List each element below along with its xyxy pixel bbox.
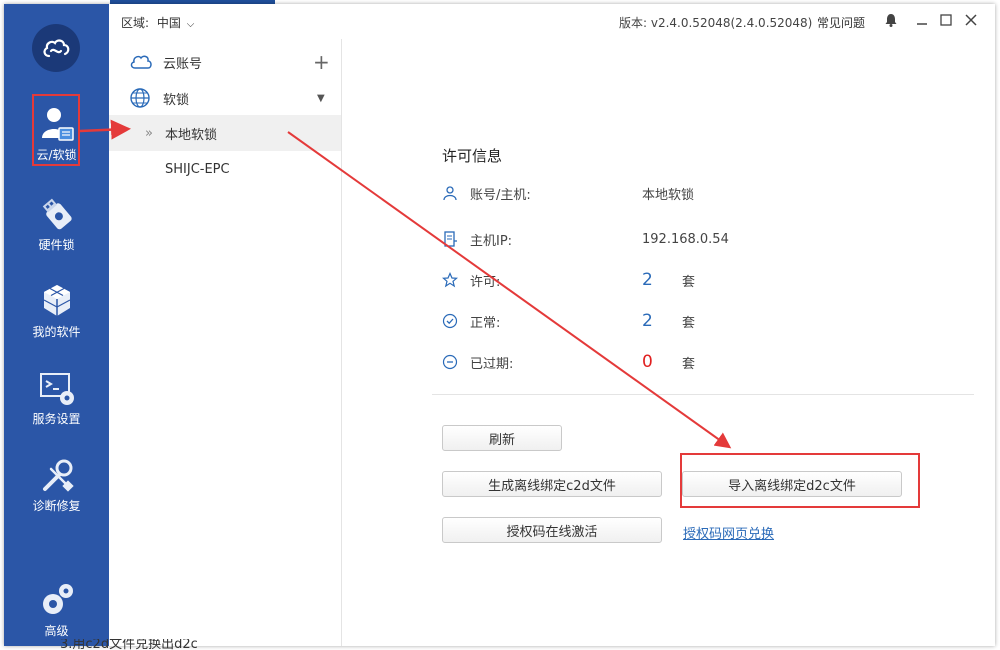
tree-item-label: 软锁 bbox=[163, 92, 190, 108]
maximize-icon[interactable] bbox=[938, 12, 954, 28]
region-selector[interactable]: 区域: 中国 ⌵ bbox=[121, 14, 194, 31]
ip-label: 主机IP: bbox=[470, 233, 513, 249]
sidebar-item-my-software[interactable]: 我的软件 bbox=[4, 273, 109, 353]
tree-panel: 云账号 + 软锁 ▼ » 本地软锁 SHIJC-EPC bbox=[109, 39, 342, 646]
info-row-expired: 已过期: 0 套 bbox=[442, 351, 842, 373]
user-icon bbox=[443, 186, 457, 201]
app-window: 云/软锁 硬件锁 我的软件 服务设置 诊断修复 高级 区域: 中国 ⌵ 版本: … bbox=[4, 4, 995, 646]
web-redeem-link[interactable]: 授权码网页兑换 bbox=[683, 523, 774, 542]
license-panel: 许可信息 账号/主机: 本地软锁 主机IP: 192.168.0.54 许可: … bbox=[342, 39, 995, 646]
sidebar-item-hardware-lock[interactable]: 硬件锁 bbox=[4, 186, 109, 266]
sidebar-item-label: 诊断修复 bbox=[32, 499, 81, 513]
account-label: 账号/主机: bbox=[470, 187, 531, 203]
chevron-down-icon: ⌵ bbox=[186, 19, 195, 30]
sidebar-item-diagnose-repair[interactable]: 诊断修复 bbox=[4, 447, 109, 527]
add-icon[interactable]: + bbox=[313, 50, 330, 74]
sidebar-item-label: 高级 bbox=[44, 624, 69, 638]
region-value: 中国 bbox=[156, 16, 181, 30]
tree-item-host[interactable]: SHIJC-EPC bbox=[109, 151, 341, 187]
expired-count: 0 bbox=[642, 352, 653, 372]
normal-label: 正常: bbox=[470, 315, 501, 331]
server-icon bbox=[444, 231, 457, 247]
usb-dongle-icon bbox=[42, 198, 72, 230]
gears-icon bbox=[42, 584, 73, 614]
caret-down-icon[interactable]: ▼ bbox=[317, 93, 325, 104]
minus-circle-icon bbox=[442, 354, 458, 370]
info-row-account: 账号/主机: 本地软锁 bbox=[442, 182, 842, 204]
tree-item-label: 云账号 bbox=[163, 56, 203, 72]
cloud-logo-icon bbox=[32, 24, 80, 72]
close-icon[interactable] bbox=[963, 12, 979, 28]
permit-label: 许可: bbox=[470, 274, 501, 290]
annotation-highlight-box bbox=[32, 94, 80, 166]
annotation-highlight-box bbox=[680, 453, 920, 508]
tree-item-local-softlock[interactable]: » 本地软锁 bbox=[109, 115, 341, 151]
divider bbox=[432, 394, 974, 395]
account-value: 本地软锁 bbox=[642, 187, 695, 203]
tree-item-label: SHIJC-EPC bbox=[165, 161, 230, 177]
double-chevron-right-icon: » bbox=[145, 125, 153, 141]
version-text: 版本: v2.4.0.52048(2.4.0.52048) bbox=[619, 16, 813, 30]
normal-unit: 套 bbox=[682, 315, 696, 331]
sidebar-item-advanced[interactable]: 高级 bbox=[4, 572, 109, 646]
sidebar: 云/软锁 硬件锁 我的软件 服务设置 诊断修复 高级 bbox=[4, 4, 109, 646]
title-bar: 区域: 中国 ⌵ 版本: v2.4.0.52048(2.4.0.52048) 常… bbox=[109, 4, 995, 39]
expired-unit: 套 bbox=[682, 356, 696, 372]
bell-icon[interactable] bbox=[883, 12, 899, 28]
license-title: 许可信息 bbox=[442, 147, 503, 165]
region-label: 区域: bbox=[121, 16, 150, 30]
minimize-icon[interactable] bbox=[914, 12, 930, 28]
repair-tools-icon bbox=[42, 459, 74, 492]
info-row-permit: 许可: 2 套 bbox=[442, 269, 842, 291]
sidebar-item-service-settings[interactable]: 服务设置 bbox=[4, 360, 109, 440]
sidebar-item-label: 服务设置 bbox=[32, 412, 81, 426]
permit-count: 2 bbox=[642, 270, 653, 290]
cubes-icon bbox=[43, 285, 70, 316]
star-icon bbox=[442, 272, 458, 288]
check-circle-icon bbox=[442, 313, 458, 329]
cloud-icon bbox=[130, 55, 152, 69]
terminal-settings-icon bbox=[39, 373, 74, 405]
tree-item-softlock[interactable]: 软锁 ▼ bbox=[109, 80, 341, 116]
online-activate-button[interactable]: 授权码在线激活 bbox=[442, 517, 662, 543]
sidebar-item-label: 硬件锁 bbox=[38, 238, 75, 252]
info-row-ip: 主机IP: 192.168.0.54 bbox=[442, 228, 842, 250]
globe-icon bbox=[130, 88, 150, 108]
generate-c2d-button[interactable]: 生成离线绑定c2d文件 bbox=[442, 471, 662, 497]
info-row-normal: 正常: 2 套 bbox=[442, 310, 842, 332]
background-doc-text: 3.用c2d文件兑换出d2c bbox=[60, 639, 198, 650]
permit-unit: 套 bbox=[682, 274, 696, 290]
faq-link[interactable]: 常见问题 bbox=[817, 14, 865, 31]
refresh-button[interactable]: 刷新 bbox=[442, 425, 562, 451]
ip-value: 192.168.0.54 bbox=[642, 231, 729, 247]
expired-label: 已过期: bbox=[470, 356, 514, 372]
normal-count: 2 bbox=[642, 311, 653, 331]
sidebar-item-label: 我的软件 bbox=[32, 325, 81, 339]
tree-item-cloud-account[interactable]: 云账号 + bbox=[109, 44, 341, 80]
tree-item-label: 本地软锁 bbox=[165, 127, 218, 143]
